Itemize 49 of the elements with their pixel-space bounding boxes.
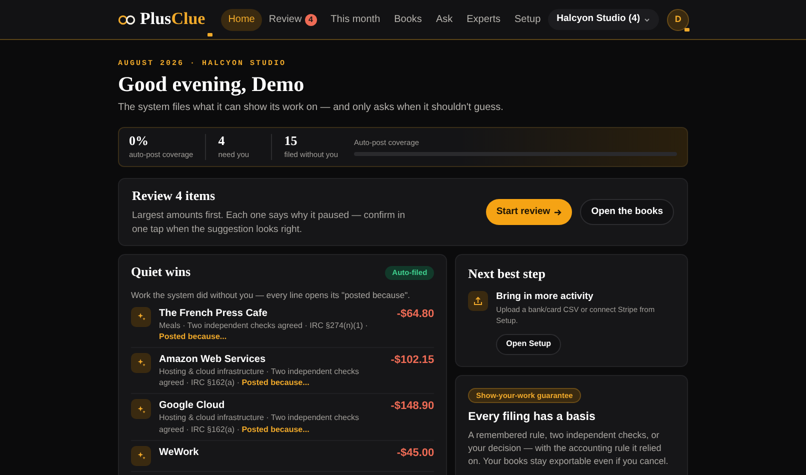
transaction-amount: -$64.80 [396, 306, 434, 322]
sparkle-icon [136, 451, 146, 460]
transaction-amount: -$45.00 [396, 446, 434, 461]
start-review-button[interactable]: Start review [486, 199, 572, 226]
nav-tab[interactable]: Books [387, 8, 429, 30]
next-step-title: Next best step [468, 266, 546, 284]
sparkle-icon [136, 404, 146, 414]
tagline: The system files what it can show its work on — and only asks when it shouldn't guess. [118, 100, 504, 114]
brand-name[interactable]: PlusClue [140, 8, 206, 31]
upload-icon [473, 296, 484, 306]
open-setup-button[interactable]: Open Setup [496, 334, 562, 355]
transaction-amount: -$102.15 [390, 352, 434, 368]
user-avatar[interactable]: D [667, 8, 690, 30]
review-title: Review 4 items [132, 188, 216, 205]
sparkle-icon [136, 312, 146, 322]
transaction-name[interactable]: Google Cloud [159, 399, 383, 412]
transaction-name[interactable]: WeWork [159, 446, 389, 459]
quiet-wins-intro: Work the system did without you — every line opens its "posted because". [131, 289, 411, 302]
nav-tab[interactable]: Review 4 [262, 8, 324, 30]
stat-value: 0% [129, 134, 150, 148]
transaction-name[interactable]: Amazon Web Services [159, 352, 383, 366]
posted-because-link[interactable]: Posted because... [242, 378, 310, 388]
sparkle-icon [136, 358, 146, 368]
count-badge: 4 [304, 14, 317, 26]
stat-value: 4 [218, 134, 226, 148]
nav-tab[interactable]: Experts [460, 8, 508, 30]
logo-icon [118, 14, 136, 24]
greeting-heading: Good evening, Demo [118, 72, 306, 97]
posted-because-link[interactable]: Posted because... [242, 424, 310, 434]
stat-value: 15 [284, 134, 298, 148]
nav-tab[interactable]: This month [324, 8, 388, 30]
transaction-details: Meals · Two independent checks agreed · IRC §274(n)(1) · Posted because... [159, 320, 369, 342]
nav-tab[interactable]: Setup [508, 8, 548, 30]
chevron-down-icon [644, 18, 650, 22]
guarantee-title: Every filing has a basis [468, 410, 596, 425]
transaction-amount: -$148.90 [390, 399, 434, 414]
next-step-heading: Bring in more activity [496, 291, 594, 304]
arrow-right-icon [554, 208, 562, 216]
open-books-button[interactable]: Open the books [580, 199, 674, 226]
transaction-name[interactable]: The French Press Cafe [159, 306, 389, 320]
nav-tab[interactable]: Home [221, 8, 262, 30]
review-description: Largest amounts first. Each one says why it paused — confirm in one tap when the suggestion looks right. [132, 208, 406, 236]
nav-tab[interactable]: Ask [428, 8, 460, 30]
transaction-details: Hosting & cloud infrastructure · Two independent checks agreed · IRC §162(a) · Posted because... [159, 412, 360, 435]
guarantee-description: A remembered rule, two independent checks, or your decision — with the accounting rule it relied on. Your books stay exportable even if you cancel. [468, 428, 670, 468]
quiet-wins-title: Quiet wins [131, 264, 191, 282]
organization-dropdown[interactable]: Halcyon Studio (4) [548, 9, 660, 30]
posted-because-link[interactable]: Posted because... [159, 332, 227, 341]
transaction-details: Hosting & cloud infrastructure · Two independent checks agreed · IRC §162(a) · Posted because... [159, 366, 360, 388]
